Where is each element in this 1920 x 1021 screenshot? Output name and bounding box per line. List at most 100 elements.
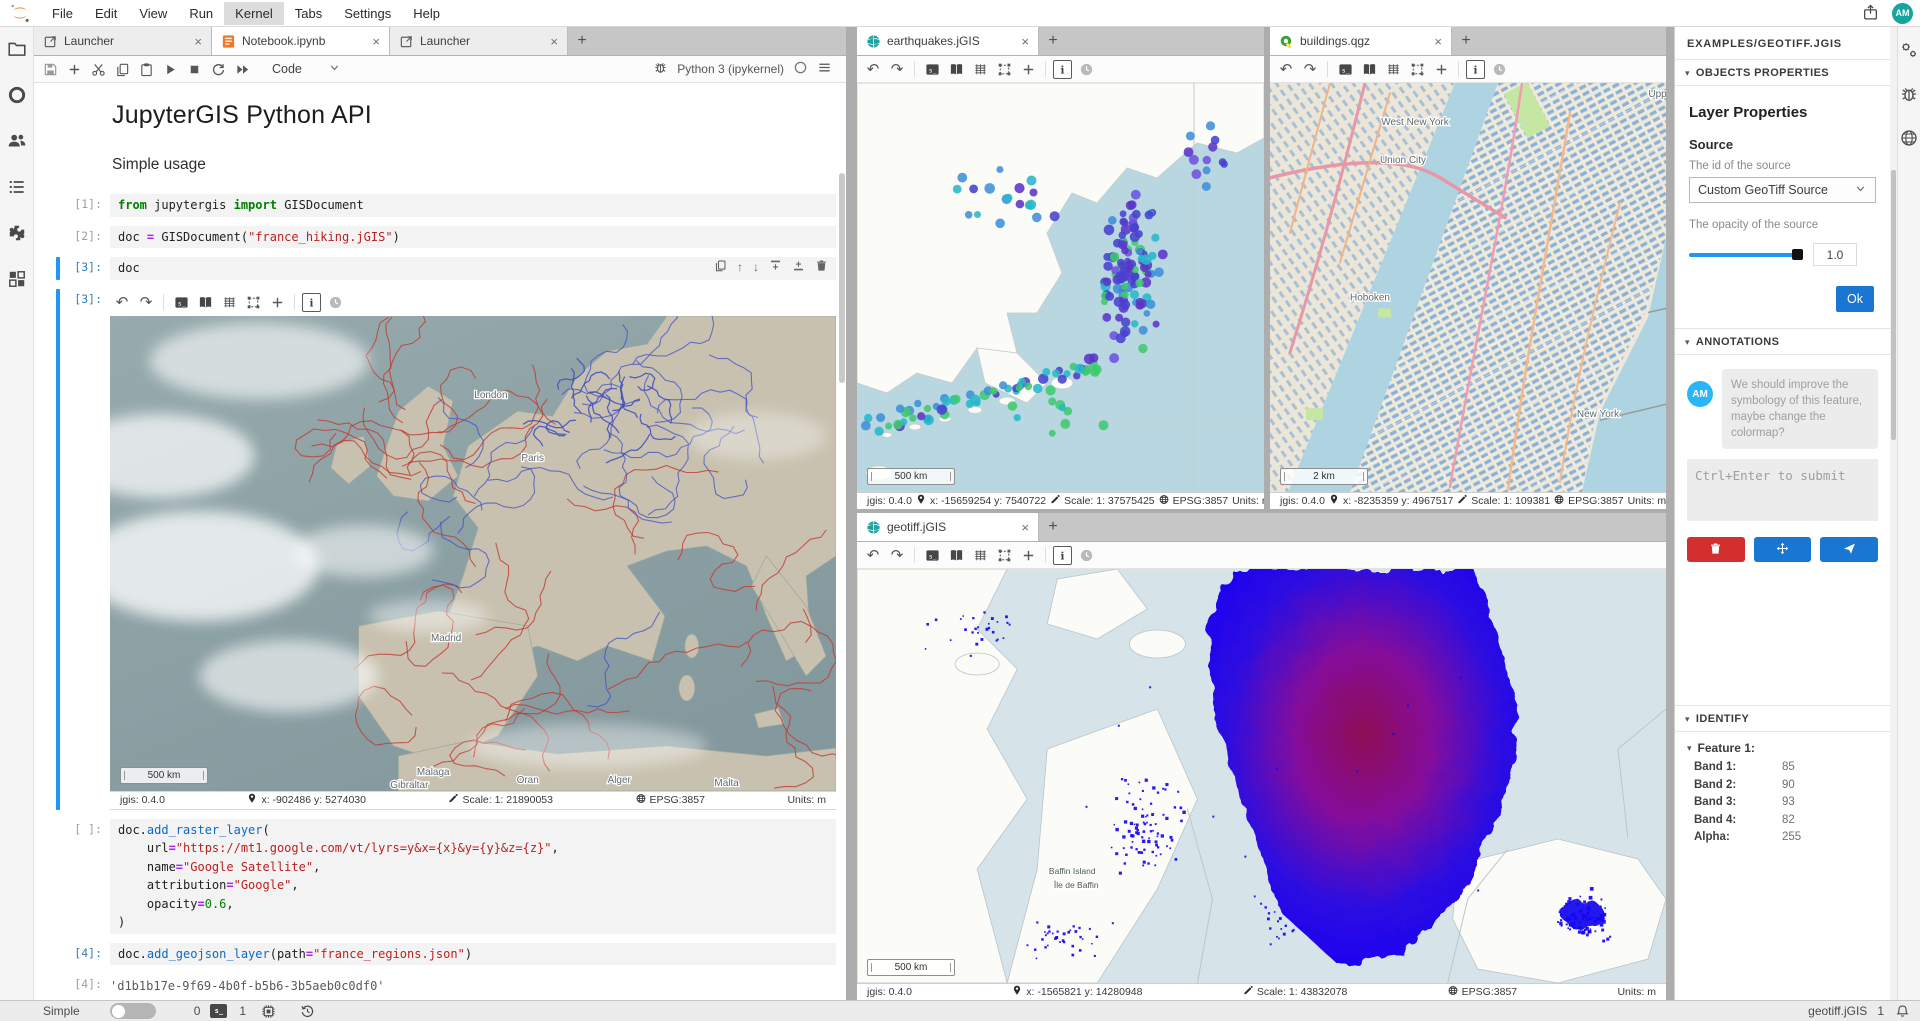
move-cell-down-icon[interactable]: ↓ — [753, 260, 759, 274]
grid-icon[interactable] — [1383, 59, 1403, 79]
move-cell-up-icon[interactable]: ↑ — [737, 260, 743, 274]
redo-icon[interactable]: ↷ — [887, 59, 907, 79]
table-of-contents-icon[interactable] — [7, 177, 27, 197]
opacity-slider[interactable] — [1689, 253, 1801, 257]
temporal-clock-icon[interactable] — [1076, 545, 1096, 565]
debugger-bug-icon[interactable] — [1899, 84, 1919, 104]
new-tab-button[interactable]: + — [1039, 27, 1067, 55]
redo-icon[interactable]: ↷ — [1300, 59, 1320, 79]
tab-buildings[interactable]: buildings.qgz × — [1270, 27, 1452, 55]
paste-icon[interactable] — [136, 59, 156, 79]
restart-kernel-icon[interactable] — [208, 59, 228, 79]
close-icon[interactable]: × — [1021, 521, 1029, 534]
close-icon[interactable]: × — [372, 35, 380, 48]
delete-cell-icon[interactable] — [815, 259, 828, 275]
center-annotation-button[interactable] — [1754, 537, 1812, 562]
code-input[interactable]: doc ↑ ↓ — [110, 257, 836, 280]
opacity-value[interactable]: 1.0 — [1813, 243, 1857, 266]
temporal-clock-icon[interactable] — [1076, 59, 1096, 79]
tab-notebook[interactable]: Notebook.ipynb × — [212, 27, 390, 55]
menu-kernel[interactable]: Kernel — [224, 2, 284, 25]
close-icon[interactable]: × — [550, 35, 558, 48]
menu-file[interactable]: File — [41, 2, 84, 25]
code-input[interactable]: from jupytergis import GISDocument — [110, 194, 836, 217]
annotation-input[interactable] — [1687, 459, 1878, 521]
redo-icon[interactable]: ↷ — [136, 292, 156, 312]
grid-icon[interactable] — [219, 292, 239, 312]
code-input[interactable]: doc.add_geojson_layer(path="france_regio… — [110, 943, 836, 966]
close-icon[interactable]: × — [1434, 35, 1442, 48]
earthquakes-map[interactable]: 500 km — [857, 83, 1264, 492]
identify-icon[interactable]: i — [1053, 546, 1072, 565]
tab-earthquakes[interactable]: earthquakes.jGIS × — [857, 27, 1039, 55]
console-icon[interactable]: s_ — [922, 545, 942, 565]
menu-settings[interactable]: Settings — [333, 2, 402, 25]
run-icon[interactable] — [160, 59, 180, 79]
temporal-clock-icon[interactable] — [1489, 59, 1509, 79]
stop-icon[interactable] — [184, 59, 204, 79]
duplicate-cell-icon[interactable] — [714, 259, 727, 275]
identify-icon[interactable]: i — [1053, 60, 1072, 79]
new-tab-button[interactable]: + — [1039, 513, 1067, 541]
running-sessions-icon[interactable] — [7, 85, 27, 105]
notebook-scrollbar[interactable] — [839, 143, 845, 443]
feature-row[interactable]: ▾ Feature 1: — [1675, 732, 1890, 759]
menu-help[interactable]: Help — [402, 2, 451, 25]
submit-annotation-button[interactable] — [1820, 537, 1878, 562]
buildings-map[interactable]: West New YorkUnion CityHobokenNew YorkUp… — [1270, 83, 1666, 492]
menu-edit[interactable]: Edit — [84, 2, 128, 25]
redo-icon[interactable]: ↷ — [887, 545, 907, 565]
grid-icon[interactable] — [970, 59, 990, 79]
polygon-select-icon[interactable] — [994, 59, 1014, 79]
copy-icon[interactable] — [112, 59, 132, 79]
grid-icon[interactable] — [970, 545, 990, 565]
objects-properties-section[interactable]: ▾ OBJECTS PROPERTIES — [1675, 60, 1890, 86]
console-icon[interactable]: s_ — [171, 292, 191, 312]
new-tab-button[interactable]: + — [1452, 27, 1480, 55]
console-icon[interactable]: s_ — [922, 59, 942, 79]
identify-icon[interactable]: i — [302, 293, 321, 312]
jgis-panel-globe-icon[interactable] — [1899, 128, 1919, 148]
delete-annotation-button[interactable] — [1687, 537, 1745, 562]
close-icon[interactable]: × — [1021, 35, 1029, 48]
add-cell-icon[interactable] — [64, 59, 84, 79]
slider-knob[interactable] — [1792, 249, 1803, 260]
temporal-clock-icon[interactable] — [325, 292, 345, 312]
undo-icon[interactable]: ↶ — [112, 292, 132, 312]
property-inspector-gears-icon[interactable] — [1899, 40, 1919, 60]
simple-mode-toggle[interactable] — [110, 1003, 156, 1019]
close-icon[interactable]: × — [194, 35, 202, 48]
cut-icon[interactable] — [88, 59, 108, 79]
menu-tabs[interactable]: Tabs — [284, 2, 333, 25]
sidebar-scrollbar[interactable] — [1890, 27, 1897, 1000]
symbology-book-icon[interactable] — [1359, 59, 1379, 79]
insert-cell-below-icon[interactable] — [792, 259, 805, 275]
add-layer-icon[interactable] — [1018, 545, 1038, 565]
symbology-book-icon[interactable] — [946, 545, 966, 565]
ok-button[interactable]: Ok — [1836, 286, 1874, 312]
identify-section[interactable]: ▾ IDENTIFY — [1675, 705, 1890, 732]
tab-geotiff[interactable]: geotiff.jGIS × — [857, 513, 1039, 541]
add-layer-icon[interactable] — [1018, 59, 1038, 79]
geotiff-map[interactable]: Baffin IslandÎle de Baffin 500 km — [857, 569, 1666, 983]
tab-launcher-1[interactable]: Launcher × — [34, 27, 212, 55]
debugger-bug-icon[interactable] — [653, 60, 668, 78]
file-browser-icon[interactable] — [7, 39, 27, 59]
new-tab-button[interactable]: + — [568, 27, 596, 55]
france-map[interactable]: LondonParisMadridMalagaGibraltarOranAlge… — [110, 316, 836, 791]
insert-cell-above-icon[interactable] — [769, 259, 782, 275]
kernel-name[interactable]: Python 3 (ipykernel) — [677, 62, 784, 76]
identify-icon[interactable]: i — [1466, 60, 1485, 79]
polygon-select-icon[interactable] — [994, 545, 1014, 565]
save-icon[interactable] — [40, 59, 60, 79]
symbology-book-icon[interactable] — [946, 59, 966, 79]
source-select[interactable]: Custom GeoTiff Source — [1689, 177, 1876, 203]
collaborators-icon[interactable] — [7, 131, 27, 151]
add-layer-icon[interactable] — [267, 292, 287, 312]
code-input[interactable]: doc.add_raster_layer( url="https://mt1.g… — [110, 819, 836, 934]
run-all-icon[interactable] — [232, 59, 252, 79]
undo-icon[interactable]: ↶ — [1276, 59, 1296, 79]
share-icon[interactable] — [1862, 4, 1880, 22]
tab-launcher-2[interactable]: Launcher × — [390, 27, 568, 55]
chip-icon[interactable] — [260, 1003, 277, 1020]
